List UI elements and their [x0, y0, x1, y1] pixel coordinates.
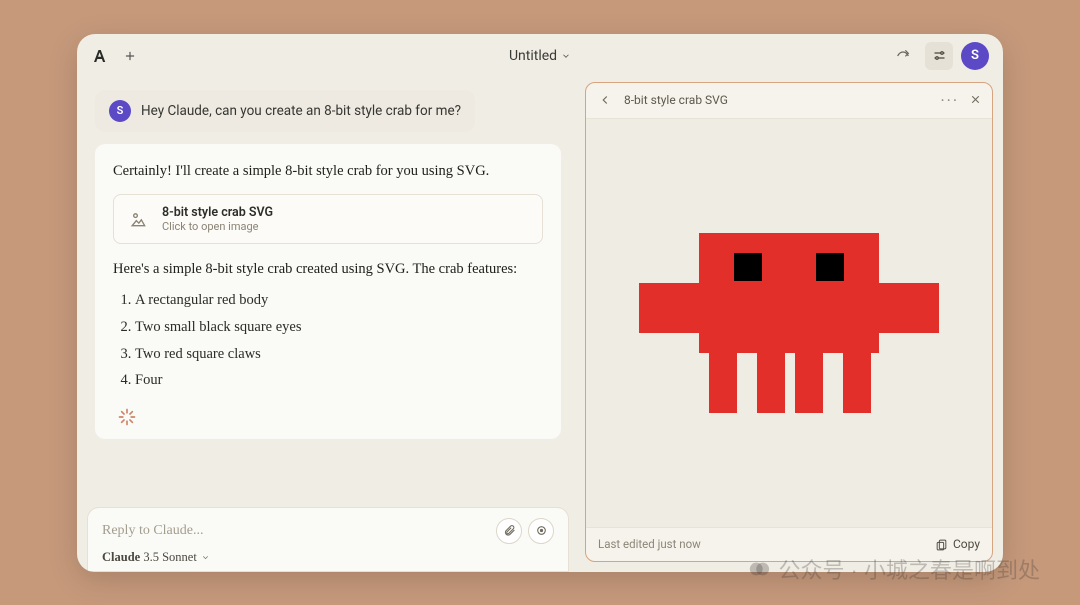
avatar-initial: S — [971, 48, 979, 63]
artifact-title: 8-bit style crab SVG — [624, 93, 930, 107]
chat-title: Untitled — [509, 48, 557, 64]
loading-burst-icon — [117, 407, 543, 431]
chat-title-dropdown[interactable]: Untitled — [509, 48, 571, 64]
artifact-more-button[interactable]: ··· — [940, 91, 959, 110]
list-item: Two small black square eyes — [135, 315, 543, 340]
feature-list: A rectangular red body Two small black s… — [135, 288, 543, 393]
list-item: Two red square claws — [135, 342, 543, 367]
reply-area: Claude 3.5 Sonnet — [87, 507, 569, 572]
new-chat-button[interactable] — [119, 45, 141, 67]
top-right-actions: S — [889, 42, 989, 70]
share-button[interactable] — [889, 42, 917, 70]
artifact-panel: 8-bit style crab SVG ··· — [585, 82, 993, 562]
list-item: Four — [135, 368, 543, 393]
user-avatar[interactable]: S — [961, 42, 989, 70]
artifact-back-button[interactable] — [596, 91, 614, 109]
image-stack-icon — [126, 207, 150, 231]
crab-svg — [639, 193, 939, 453]
user-message-avatar: S — [109, 100, 131, 122]
assistant-intro: Certainly! I'll create a simple 8-bit st… — [113, 160, 543, 182]
artifact-close-button[interactable] — [969, 91, 982, 110]
anthropic-logo-icon — [91, 47, 109, 65]
settings-sliders-button[interactable] — [925, 42, 953, 70]
artifact-canvas — [586, 119, 992, 527]
conversation-scroll: S Hey Claude, can you create an 8-bit st… — [77, 86, 579, 499]
chevron-down-icon — [561, 51, 571, 61]
conversation-pane: S Hey Claude, can you create an 8-bit st… — [77, 78, 579, 572]
artifact-card-subtext: Click to open image — [162, 220, 273, 233]
artifact-footer: Last edited just now Copy — [586, 527, 992, 561]
clipboard-icon — [935, 538, 948, 551]
artifact-last-edited: Last edited just now — [598, 537, 701, 551]
user-message: S Hey Claude, can you create an 8-bit st… — [95, 90, 475, 132]
app-window: Untitled S S Hey Clau — [77, 34, 1003, 572]
artifact-header: 8-bit style crab SVG ··· — [586, 83, 992, 119]
chevron-down-icon — [201, 553, 210, 562]
top-bar: Untitled S — [77, 34, 1003, 78]
artifact-card[interactable]: 8-bit style crab SVG Click to open image — [113, 194, 543, 244]
model-picker[interactable]: Claude 3.5 Sonnet — [102, 550, 554, 565]
copy-button[interactable]: Copy — [935, 537, 980, 551]
attachment-button[interactable] — [496, 518, 522, 544]
artifact-card-title: 8-bit style crab SVG — [162, 205, 273, 220]
main-body: S Hey Claude, can you create an 8-bit st… — [77, 78, 1003, 572]
assistant-message: Certainly! I'll create a simple 8-bit st… — [95, 144, 561, 440]
target-button[interactable] — [528, 518, 554, 544]
reply-box: Claude 3.5 Sonnet — [87, 507, 569, 572]
reply-input[interactable] — [102, 523, 496, 539]
artifact-pane: 8-bit style crab SVG ··· — [579, 78, 1003, 572]
list-item: A rectangular red body — [135, 288, 543, 313]
user-message-text: Hey Claude, can you create an 8-bit styl… — [141, 103, 461, 119]
assistant-outro: Here's a simple 8-bit style crab created… — [113, 258, 543, 280]
